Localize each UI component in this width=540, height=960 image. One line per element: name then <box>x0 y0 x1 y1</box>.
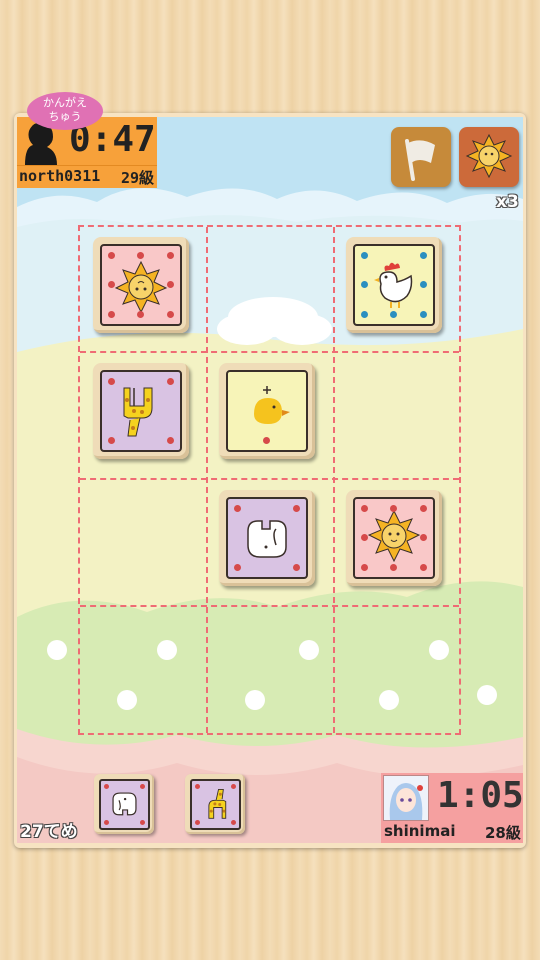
grid-line <box>80 351 459 353</box>
hand-piece-giraffe[interactable] <box>185 774 245 834</box>
move-counter: 27てめ <box>20 822 78 842</box>
lion-hint-count: x3 <box>496 192 519 212</box>
hand-piece-elephant[interactable] <box>94 774 154 834</box>
grid-line <box>80 605 459 607</box>
player-rank: 28級 <box>485 824 521 842</box>
grid-line <box>206 227 208 733</box>
player-name: shinimai <box>384 822 456 840</box>
piece-elephant-opponent[interactable] <box>219 490 315 586</box>
lion-hint-button[interactable] <box>459 127 519 187</box>
grid-line <box>80 478 459 480</box>
opponent-name: north0311 <box>19 167 101 185</box>
player-info: shinimai 28級 <box>381 821 523 843</box>
opponent-rank: 29級 <box>121 169 155 187</box>
piece-giraffe-opponent[interactable] <box>93 363 189 459</box>
piece-lion-opponent[interactable] <box>93 237 189 333</box>
player-time: 1:05 <box>437 775 524 816</box>
player-timer: 1:05 <box>381 773 524 821</box>
piece-lion-player[interactable] <box>346 490 442 586</box>
piece-chicken-opponent[interactable] <box>346 237 442 333</box>
resign-button[interactable] <box>391 127 451 187</box>
lion-icon <box>465 133 513 179</box>
piece-chick-player[interactable] <box>219 363 315 459</box>
thinking-text: かんがえ ちゅう <box>43 96 87 123</box>
grid-line <box>333 227 335 733</box>
white-flag-icon <box>405 139 435 181</box>
thinking-bubble: かんがえ ちゅう <box>27 92 103 130</box>
anime-girl-avatar-icon <box>383 775 429 821</box>
opponent-info: north0311 29級 <box>17 165 157 188</box>
